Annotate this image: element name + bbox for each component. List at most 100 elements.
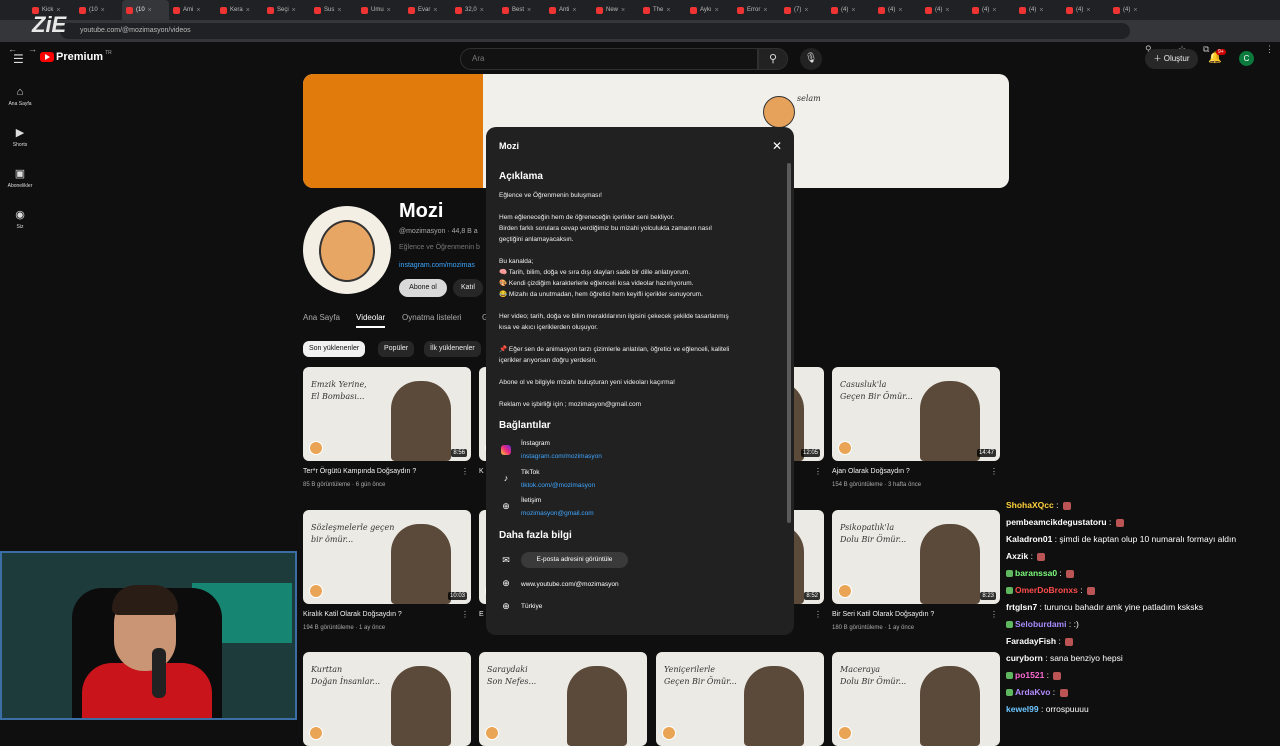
video-thumbnail[interactable]: Emzik Yerine, El Bombası... 8:56 [303, 367, 471, 461]
browser-tab[interactable]: Kera × [216, 0, 263, 20]
close-icon[interactable]: ✕ [772, 139, 782, 153]
search-input[interactable]: Ara [460, 48, 758, 70]
sidebar-item-home[interactable]: ⌂ Ana Sayfa [0, 86, 40, 107]
browser-tab[interactable]: Ami × [169, 0, 216, 20]
sidebar-item-subscriptions[interactable]: ▣ Abonelikler [0, 167, 40, 189]
tab-close-icon[interactable]: × [101, 7, 105, 14]
voice-search-button[interactable]: 🎙 [800, 48, 822, 70]
tab-label: (4) [888, 7, 896, 13]
chip-latest[interactable]: Son yüklenenler [303, 341, 366, 357]
browser-tab[interactable]: Anti × [545, 0, 592, 20]
tab-close-icon[interactable]: × [433, 7, 437, 14]
browser-tab[interactable]: (4) × [874, 0, 921, 20]
tab-close-icon[interactable]: × [621, 7, 625, 14]
browser-tab[interactable]: New × [592, 0, 639, 20]
browser-tab[interactable]: The × [639, 0, 686, 20]
browser-tab[interactable]: (10 × [122, 0, 169, 20]
tab-close-icon[interactable]: × [337, 7, 341, 14]
video-title[interactable]: Bir Seri Katil Olarak Doğsaydın ? [832, 611, 934, 618]
browser-tab[interactable]: (10 × [75, 0, 122, 20]
chat-message: po1521 : [1006, 670, 1062, 680]
tab-close-icon[interactable]: × [246, 7, 250, 14]
tab-close-icon[interactable]: × [148, 7, 152, 14]
join-button[interactable]: Katıl [453, 279, 483, 297]
browser-tab[interactable]: (4) × [968, 0, 1015, 20]
browser-tab[interactable]: Sus × [310, 0, 357, 20]
tab-close-icon[interactable]: × [292, 7, 296, 14]
video-title[interactable]: K [479, 468, 484, 475]
create-button[interactable]: ＋ Oluştur [1145, 49, 1198, 69]
browser-menu-icon[interactable]: ⋮ [1265, 44, 1274, 55]
tab-close-icon[interactable]: × [1039, 7, 1043, 14]
video-menu-icon[interactable]: ⋮ [814, 467, 822, 476]
tab-close-icon[interactable]: × [1133, 7, 1137, 14]
browser-tab[interactable]: (4) × [827, 0, 874, 20]
link-url-tiktok[interactable]: tiktok.com/@mozimasyon [521, 482, 595, 489]
browser-tab[interactable]: Best × [498, 0, 545, 20]
channel-url[interactable]: www.youtube.com/@mozimasyon [521, 581, 619, 588]
address-bar[interactable]: youtube.com/@mozimasyon/videos [60, 23, 1130, 39]
video-thumbnail[interactable]: Yeniçerilerle Geçen Bir Ömür... [656, 652, 824, 746]
browser-tab[interactable]: (7) × [780, 0, 827, 20]
video-thumbnail[interactable]: Casusluk'la Geçen Bir Ömür... 14:47 [832, 367, 1000, 461]
video-title[interactable]: Ter*r Örgütü Kampında Doğsaydın ? [303, 468, 416, 475]
browser-tab[interactable]: Aykı × [686, 0, 733, 20]
video-thumbnail[interactable]: Sözleşmelerle geçen bir ömür... 10:03 [303, 510, 471, 604]
video-menu-icon[interactable]: ⋮ [990, 467, 998, 476]
video-title[interactable]: E [479, 611, 484, 618]
browser-tab[interactable]: 32,0 × [451, 0, 498, 20]
tab-close-icon[interactable]: × [945, 7, 949, 14]
tab-close-icon[interactable]: × [196, 7, 200, 14]
video-thumbnail[interactable]: Kurttan Doğan İnsanlar... [303, 652, 471, 746]
tab-close-icon[interactable]: × [666, 7, 670, 14]
browser-tab[interactable]: Evar × [404, 0, 451, 20]
tab-home[interactable]: Ana Sayfa [303, 313, 340, 322]
sidebar-item-shorts[interactable]: ▶ Shorts [0, 126, 40, 148]
tab-close-icon[interactable]: × [715, 7, 719, 14]
tab-close-icon[interactable]: × [898, 7, 902, 14]
channel-link-preview[interactable]: instagram.com/mozimas [399, 262, 475, 269]
video-menu-icon[interactable]: ⋮ [461, 610, 469, 619]
subscribe-button[interactable]: Abone ol [399, 279, 447, 297]
video-menu-icon[interactable]: ⋮ [461, 467, 469, 476]
hamburger-menu-icon[interactable]: ☰ [13, 52, 24, 66]
chip-popular[interactable]: Popüler [378, 341, 415, 357]
browser-tab[interactable]: (4) × [1062, 0, 1109, 20]
tab-playlists[interactable]: Oynatma listeleri [402, 313, 462, 322]
video-thumbnail[interactable]: Psikopatlık'la Dolu Bir Ömür... 8:23 [832, 510, 1000, 604]
youtube-logo[interactable]: Premium TR [40, 50, 112, 63]
channel-description-preview[interactable]: Eğlence ve Öğrenmenin b [399, 244, 480, 251]
tab-close-icon[interactable]: × [851, 7, 855, 14]
forward-icon[interactable]: → [28, 44, 37, 54]
tab-close-icon[interactable]: × [763, 7, 767, 14]
link-url-contact[interactable]: mozimasyon@gmail.com [521, 510, 594, 517]
search-button[interactable]: ⚲ [758, 48, 788, 70]
browser-tab[interactable]: (4) × [1109, 0, 1156, 20]
video-thumbnail[interactable]: Saraydaki Son Nefes... [479, 652, 647, 746]
video-menu-icon[interactable]: ⋮ [814, 610, 822, 619]
tab-close-icon[interactable]: × [480, 7, 484, 14]
tab-videos[interactable]: Videolar [356, 313, 386, 328]
tab-close-icon[interactable]: × [992, 7, 996, 14]
view-email-button[interactable]: E-posta adresini görüntüle [521, 552, 628, 568]
tab-close-icon[interactable]: × [527, 7, 531, 14]
link-url-instagram[interactable]: instagram.com/mozimasyon [521, 453, 602, 460]
chip-oldest[interactable]: İlk yüklenenler [424, 341, 481, 357]
video-thumbnail[interactable]: Maceraya Dolu Bir Ömür... [832, 652, 1000, 746]
browser-tab[interactable]: Error × [733, 0, 780, 20]
tab-close-icon[interactable]: × [804, 7, 808, 14]
dialog-scrollbar[interactable] [787, 163, 791, 523]
video-title[interactable]: Ajan Olarak Doğsaydın ? [832, 468, 910, 475]
video-title[interactable]: Kiralık Katil Olarak Doğsaydın ? [303, 611, 402, 618]
sidebar-item-you[interactable]: ◉ Siz [0, 208, 40, 230]
browser-tab[interactable]: (4) × [921, 0, 968, 20]
tab-close-icon[interactable]: × [572, 7, 576, 14]
tab-label: Seçi [277, 7, 289, 13]
browser-tab[interactable]: (4) × [1015, 0, 1062, 20]
tab-close-icon[interactable]: × [1086, 7, 1090, 14]
browser-tab[interactable]: Umu × [357, 0, 404, 20]
video-menu-icon[interactable]: ⋮ [990, 610, 998, 619]
tab-close-icon[interactable]: × [387, 7, 391, 14]
account-avatar[interactable]: C [1239, 51, 1254, 66]
browser-tab[interactable]: Seçi × [263, 0, 310, 20]
